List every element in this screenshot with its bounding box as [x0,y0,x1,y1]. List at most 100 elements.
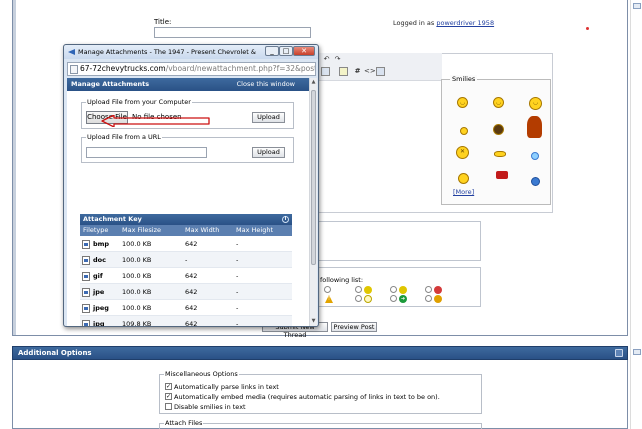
max-width-cell: 642 [185,240,198,248]
max-height-cell: - [236,320,239,326]
parse-links-checkbox[interactable]: ✓ [165,383,172,390]
smiley-icon[interactable] [531,177,540,186]
browser-icon [68,49,75,55]
filetype-cell: doc [93,256,106,264]
table-row: bmp 100.0 KB 642 - [80,236,292,252]
max-filesize-cell: 100.0 KB [122,304,152,312]
embed-media-label: Automatically embed media (requires auto… [174,393,440,401]
php-icon[interactable] [376,67,385,76]
scroll-marker [633,3,641,9]
post-icon-radio[interactable] [355,295,362,302]
post-icon-smile [364,286,372,294]
smiley-icon[interactable] [493,124,504,135]
insert-video-icon[interactable] [339,67,348,76]
post-icon-radio[interactable] [355,286,362,293]
preview-post-button[interactable]: Preview Post [331,322,377,332]
file-type-icon [82,272,90,281]
maximize-button[interactable]: □ [279,46,293,56]
notification-dot [586,27,589,30]
post-icon-angry [434,286,442,294]
following-list-text: following list: [320,276,364,284]
col-max-height: Max Height [236,226,273,234]
post-icon-radio[interactable] [425,295,432,302]
title-input[interactable] [154,27,311,38]
misc-options-fieldset: Miscellaneous Options ✓ Automatically pa… [159,370,482,414]
collapse-icon[interactable] [615,349,623,357]
address-bar[interactable]: 67-72chevytrucks.com/vboard/newattachmen… [67,62,316,76]
disable-smilies-checkbox[interactable] [165,403,172,410]
window-titlebar[interactable]: Manage Attachments - The 1947 - Present … [64,45,318,59]
address-path: /vboard/newattachment.php?f=32&poststa [165,64,316,73]
title-label: Title: [154,18,172,26]
smiley-icon[interactable] [458,173,469,184]
smiley-icon[interactable]: ◡ [493,97,504,108]
options-panel-box [318,221,481,261]
max-filesize-cell: 100.0 KB [122,272,152,280]
post-icon-radio[interactable] [390,295,397,302]
smiley-icon[interactable]: ◡ [457,97,468,108]
popup-scrollbar[interactable]: ▲ ▼ [309,78,317,326]
smilies-box: Smilies ◡ ◡ ◡ ✕ [441,75,551,205]
logged-in-prefix: Logged in as [393,19,435,27]
more-smilies-link[interactable]: [More] [453,188,474,196]
scroll-thumb[interactable] [311,90,316,265]
smiley-icon[interactable] [496,171,508,179]
additional-options-header[interactable]: Additional Options [12,346,628,360]
logged-in-status: Logged in as powerdriver 1958 [393,19,494,27]
annotation-arrow-icon [101,115,210,127]
undo-icon[interactable]: ↶ [322,55,331,64]
code-icon[interactable]: # [353,67,362,76]
scroll-down-icon[interactable]: ▼ [310,318,317,325]
table-row: jpeg 100.0 KB 642 - [80,300,292,316]
col-max-filesize: Max Filesize [122,226,161,234]
max-width-cell: 642 [185,272,198,280]
max-height-cell: - [236,288,239,296]
scroll-up-icon[interactable]: ▲ [310,79,317,86]
misc-options-legend: Miscellaneous Options [164,370,239,378]
window-title: Manage Attachments - The 1947 - Present … [78,48,256,56]
close-this-window-link[interactable]: Close this window [237,78,295,91]
file-type-icon [82,320,90,326]
post-icon-radio[interactable] [324,286,331,293]
filetype-cell: jpeg [93,304,109,312]
parse-links-label: Automatically parse links in text [174,383,279,391]
editor-toolbar: ↶ ↷ # <> [318,53,442,81]
username-link[interactable]: powerdriver 1958 [436,19,494,27]
max-height-cell: - [236,272,239,280]
insert-image-icon[interactable] [321,67,330,76]
upload-url-button[interactable]: Upload [252,147,285,158]
smiley-icon[interactable]: ✕ [456,146,469,159]
smiley-icon[interactable]: ◡ [529,97,542,110]
redo-icon[interactable]: ↷ [333,55,342,64]
url-input[interactable] [86,147,207,158]
smiley-icon[interactable] [494,151,506,157]
filetype-cell: jpg [93,320,105,326]
smiley-icon[interactable] [531,152,539,160]
file-type-icon [82,304,90,313]
smilies-legend: Smilies [450,75,478,83]
max-filesize-cell: 100.0 KB [122,256,152,264]
upload-button[interactable]: Upload [252,112,285,123]
attach-files-fieldset: Attach Files [159,419,482,429]
table-row: doc 100.0 KB - - [80,252,292,268]
table-row: gif 100.0 KB 642 - [80,268,292,284]
embed-media-checkbox[interactable]: ✓ [165,393,172,400]
post-icon-radio[interactable] [390,286,397,293]
manage-attachments-title: Manage Attachments [71,80,150,88]
table-row: jpg 109.8 KB 642 - [80,316,292,326]
page-scrollbar[interactable] [630,0,642,429]
attachment-key-title: Attachment Key [83,215,142,223]
minimize-button[interactable]: _ [265,46,279,56]
post-icon-radio[interactable] [425,286,432,293]
file-type-icon [82,288,90,297]
fire-smiley-icon[interactable] [527,116,542,138]
info-icon[interactable]: i [282,216,289,223]
file-type-icon [82,240,90,249]
arrow-icon: ➜ [399,295,407,303]
max-filesize-cell: 100.0 KB [122,240,152,248]
col-max-width: Max Width [185,226,220,234]
panel-left-edge [13,0,16,335]
smiley-icon[interactable] [460,127,468,135]
html-icon[interactable]: <> [364,67,376,76]
close-window-button[interactable]: ✕ [293,46,315,56]
